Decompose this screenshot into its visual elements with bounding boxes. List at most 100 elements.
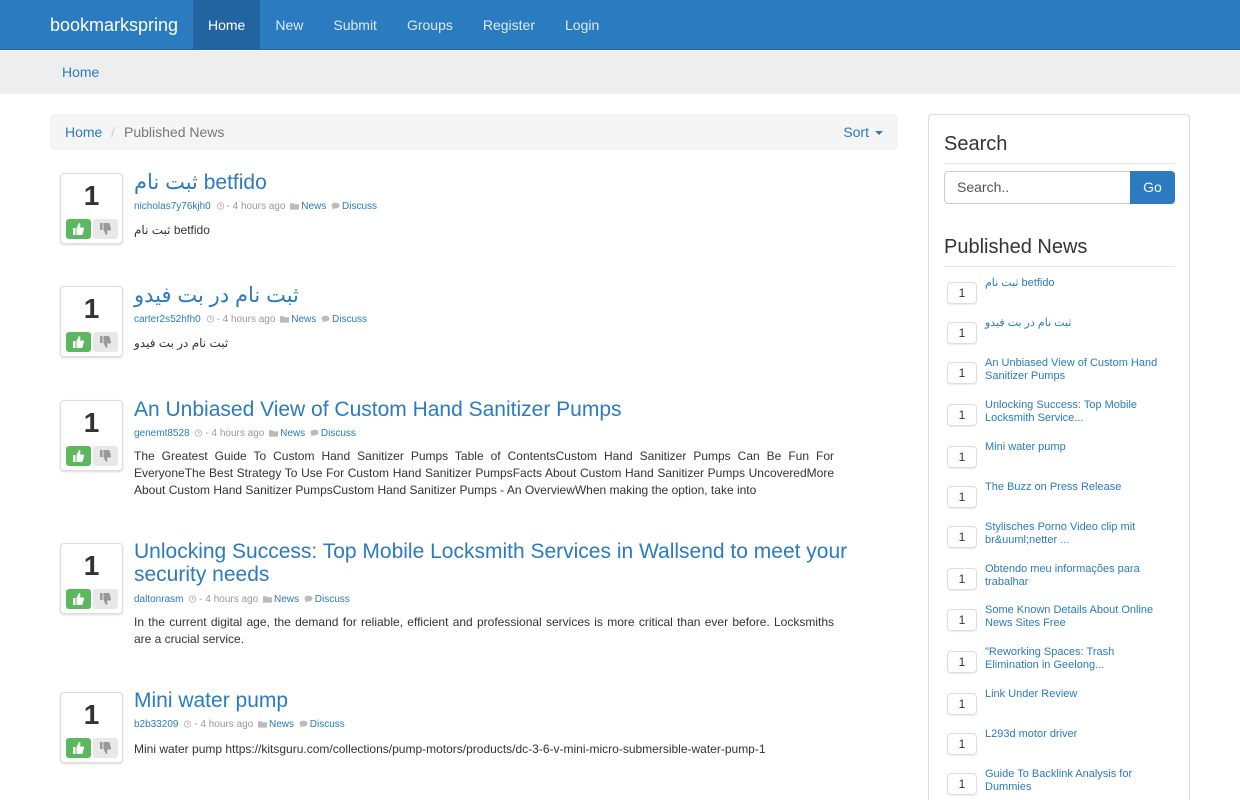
post-category[interactable]: News bbox=[269, 719, 294, 730]
post-discuss[interactable]: Discuss bbox=[332, 314, 367, 325]
downvote-button[interactable] bbox=[93, 219, 118, 239]
upvote-button[interactable] bbox=[66, 446, 91, 466]
post-item: 1 Mini water pump b2b33209 - 4 hours ago… bbox=[60, 689, 840, 772]
sidebar-news-link[interactable]: Link Under Review bbox=[985, 688, 1165, 701]
upvote-button[interactable] bbox=[66, 219, 91, 239]
published-news-heading: Published News bbox=[944, 236, 1088, 258]
count-badge: 1 bbox=[947, 446, 977, 468]
count-badge: 1 bbox=[947, 693, 977, 715]
thumbs-up-icon bbox=[73, 336, 84, 348]
downvote-button[interactable] bbox=[93, 446, 118, 466]
brand-logo[interactable]: bookmarkspring bbox=[50, 0, 178, 50]
sidebar-news-link[interactable]: Stylisches Porno Video clip mit br&uuml;… bbox=[985, 521, 1165, 547]
breadcrumb-separator: / bbox=[111, 124, 115, 140]
post-title[interactable]: An Unbiased View of Custom Hand Sanitize… bbox=[134, 398, 864, 421]
post-meta: daltonrasm - 4 hours ago News Discuss bbox=[134, 594, 350, 605]
vote-count: 1 bbox=[83, 699, 100, 730]
post-discuss[interactable]: Discuss bbox=[321, 428, 356, 439]
sidebar-news-link[interactable]: L293d motor driver bbox=[985, 728, 1165, 741]
sidebar-news-link[interactable]: An Unbiased View of Custom Hand Sanitize… bbox=[985, 357, 1165, 383]
downvote-button[interactable] bbox=[93, 589, 118, 609]
sidebar-news-link[interactable]: Guide To Backlink Analysis for Dummies bbox=[985, 768, 1165, 794]
post-author[interactable]: nicholas7y76kjh0 bbox=[134, 201, 211, 212]
sidebar-news-link[interactable]: ثبت نام در بت فیدو bbox=[985, 317, 1165, 330]
post-category[interactable]: News bbox=[274, 594, 299, 605]
post-author[interactable]: daltonrasm bbox=[134, 594, 183, 605]
vote-count: 1 bbox=[83, 293, 100, 324]
vote-box: 1 bbox=[60, 692, 123, 763]
comment-icon bbox=[321, 315, 330, 323]
post-category[interactable]: News bbox=[301, 201, 326, 212]
search-go-button[interactable]: Go bbox=[1130, 171, 1175, 204]
thumbs-up-icon bbox=[73, 223, 84, 235]
comment-icon bbox=[310, 429, 319, 437]
post-item: 1 ثبت نام در بت فیدو carter2s52hfh0 - 4 … bbox=[60, 284, 840, 366]
post-author[interactable]: genemt8528 bbox=[134, 428, 190, 439]
post-discuss[interactable]: Discuss bbox=[342, 201, 377, 212]
downvote-button[interactable] bbox=[93, 738, 118, 758]
post-meta: nicholas7y76kjh0 - 4 hours ago News Disc… bbox=[134, 201, 377, 212]
post-excerpt: ثبت نام در بت فیدو bbox=[134, 336, 229, 350]
comment-icon bbox=[331, 202, 340, 210]
post-title[interactable]: ثبت نام betfido bbox=[134, 171, 864, 194]
sidebar-news-link[interactable]: Obtendo meu informações para trabalhar bbox=[985, 563, 1165, 589]
post-title[interactable]: ثبت نام در بت فیدو bbox=[134, 284, 864, 307]
nav-groups[interactable]: Groups bbox=[392, 0, 468, 50]
sort-dropdown[interactable]: Sort bbox=[843, 124, 883, 140]
sidebar-news-link[interactable]: Some Known Details About Online News Sit… bbox=[985, 604, 1165, 630]
clock-icon bbox=[189, 595, 197, 603]
count-badge: 1 bbox=[947, 651, 977, 673]
vote-box: 1 bbox=[60, 173, 123, 244]
breadcrumb-home[interactable]: Home bbox=[65, 124, 102, 140]
nav-login[interactable]: Login bbox=[550, 0, 614, 50]
post-item: 1 ثبت نام betfido nicholas7y76kjh0 - 4 h… bbox=[60, 171, 840, 253]
main-nav: Home New Submit Groups Register Login bbox=[193, 0, 614, 50]
post-author[interactable]: carter2s52hfh0 bbox=[134, 314, 201, 325]
post-title[interactable]: Unlocking Success: Top Mobile Locksmith … bbox=[134, 540, 864, 586]
post-discuss[interactable]: Discuss bbox=[310, 719, 345, 730]
vote-count: 1 bbox=[83, 550, 100, 581]
sort-label: Sort bbox=[843, 124, 869, 140]
post-excerpt: In the current digital age, the demand f… bbox=[134, 615, 834, 646]
count-badge: 1 bbox=[947, 609, 977, 631]
count-badge: 1 bbox=[947, 404, 977, 426]
upvote-button[interactable] bbox=[66, 589, 91, 609]
thumbs-down-icon bbox=[100, 742, 111, 754]
post-meta: genemt8528 - 4 hours ago News Discuss bbox=[134, 428, 356, 439]
post-excerpt: ثبت نام betfido bbox=[134, 223, 210, 237]
post-time: - 4 hours ago bbox=[199, 594, 259, 605]
upvote-button[interactable] bbox=[66, 332, 91, 352]
divider bbox=[944, 163, 1175, 164]
divider bbox=[944, 266, 1175, 267]
sidebar-news-link[interactable]: Unlocking Success: Top Mobile Locksmith … bbox=[985, 399, 1165, 425]
vote-count: 1 bbox=[83, 407, 100, 438]
post-meta: carter2s52hfh0 - 4 hours ago News Discus… bbox=[134, 314, 367, 325]
breadcrumb-current: Published News bbox=[124, 124, 225, 140]
folder-icon bbox=[269, 430, 279, 437]
upvote-button[interactable] bbox=[66, 738, 91, 758]
sidebar-news-link[interactable]: "Reworking Spaces: Trash Elimination in … bbox=[985, 646, 1165, 672]
clock-icon bbox=[206, 315, 214, 323]
header-home-link[interactable]: Home bbox=[62, 64, 99, 80]
nav-home[interactable]: Home bbox=[193, 0, 261, 50]
count-badge: 1 bbox=[947, 733, 977, 755]
post-discuss[interactable]: Discuss bbox=[315, 594, 350, 605]
nav-submit[interactable]: Submit bbox=[318, 0, 392, 50]
post-category[interactable]: News bbox=[291, 314, 316, 325]
nav-register[interactable]: Register bbox=[468, 0, 550, 50]
clock-icon bbox=[184, 720, 192, 728]
sidebar-news-link[interactable]: Mini water pump bbox=[985, 441, 1165, 454]
search-input[interactable]: Search.. bbox=[944, 171, 1131, 204]
comment-icon bbox=[304, 595, 313, 603]
post-time: - 4 hours ago bbox=[194, 719, 254, 730]
nav-new[interactable]: New bbox=[260, 0, 318, 50]
folder-icon bbox=[280, 316, 290, 323]
thumbs-up-icon bbox=[73, 742, 84, 754]
post-title[interactable]: Mini water pump bbox=[134, 689, 864, 712]
sidebar-news-link[interactable]: The Buzz on Press Release bbox=[985, 481, 1165, 494]
sidebar-news-link[interactable]: ثبت نام betfido bbox=[985, 277, 1165, 290]
downvote-button[interactable] bbox=[93, 332, 118, 352]
post-author[interactable]: b2b33209 bbox=[134, 719, 179, 730]
post-category[interactable]: News bbox=[280, 428, 305, 439]
post-time: - 4 hours ago bbox=[205, 428, 265, 439]
